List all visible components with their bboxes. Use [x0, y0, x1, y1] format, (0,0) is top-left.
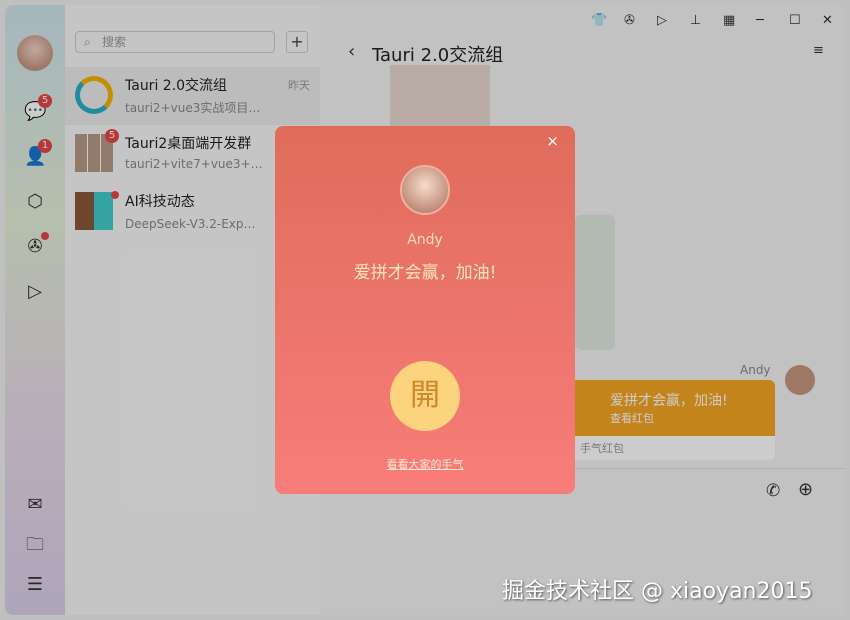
sender-name: Andy — [275, 232, 575, 248]
open-button[interactable]: 開 — [390, 361, 460, 431]
sender-avatar — [400, 165, 450, 215]
view-luck-link[interactable]: 看看大家的手气 — [275, 456, 575, 472]
redpacket-modal: × Andy 爱拼才会赢，加油! 開 看看大家的手气 — [275, 126, 575, 494]
redpacket-message: 爱拼才会赢，加油! — [275, 258, 575, 283]
close-icon[interactable]: × — [546, 132, 559, 150]
watermark: 掘金技术社区 @ xiaoyan2015 — [502, 573, 813, 605]
